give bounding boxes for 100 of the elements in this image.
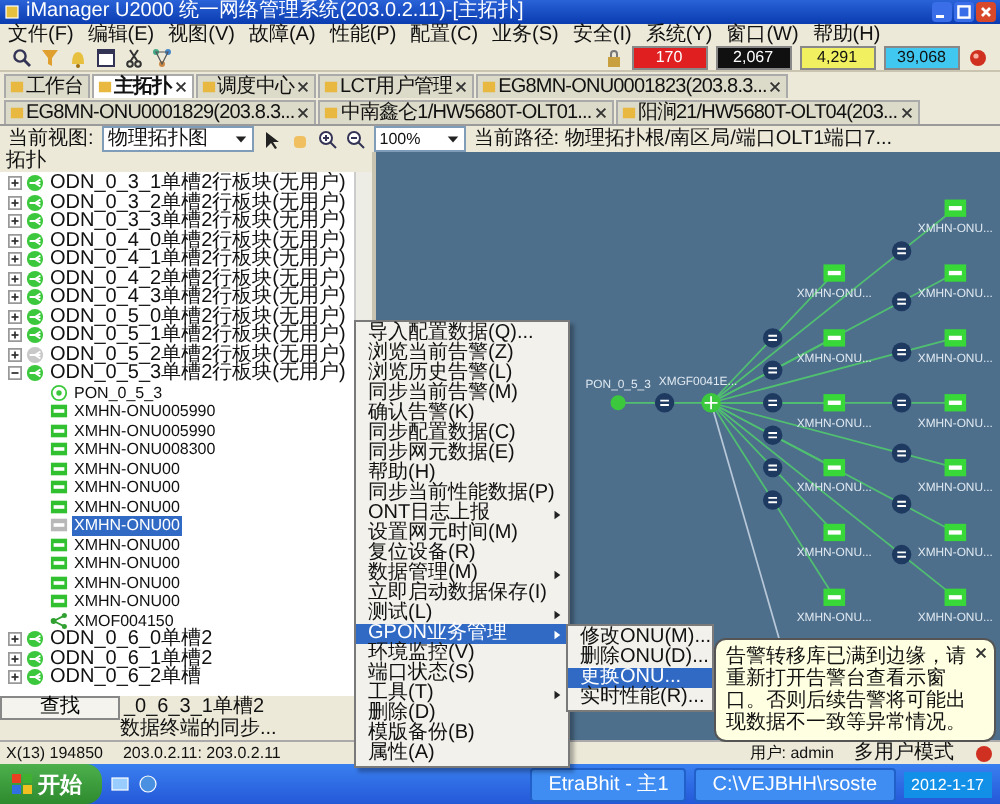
tree-item[interactable]: ODN_0_3_2单槽2行板块(无用户) [48,193,348,212]
expander-icon[interactable] [8,328,22,343]
onu-node-icon[interactable] [944,329,967,347]
menu-item[interactable]: 同步网元数据(E) [356,444,568,464]
desktop-icon[interactable] [110,774,130,794]
menu-item[interactable]: 性能(P) [329,23,397,47]
expander-icon[interactable] [8,176,22,191]
link-status-icon[interactable] [891,443,912,464]
link-status-icon[interactable] [762,393,783,413]
tree-item[interactable]: XMHN-ONU00 [72,459,182,478]
tree-item[interactable]: XMHN-ONU00 [72,516,182,535]
tree-item[interactable]: ODN_0_5_0单槽2行板块(无用户) [48,307,348,326]
bell-icon[interactable] [68,48,88,68]
menu-item[interactable]: 配置(C) [410,23,479,47]
tab[interactable]: 阳涧21/HW5680T-OLT04(203... [615,100,920,124]
alarm-light-icon[interactable] [968,48,988,68]
expander-icon[interactable] [8,233,22,248]
find-button[interactable]: 查找 [0,696,120,720]
link-status-icon[interactable] [762,328,783,348]
onu-node-icon[interactable] [823,264,846,282]
menu-item[interactable]: 复位设备(R) [356,544,568,564]
onu-node-icon[interactable] [823,458,846,477]
cursor-icon[interactable] [261,129,282,149]
menu-item[interactable]: 业务(S) [492,23,559,47]
tree-item[interactable]: PON_0_5_3 [72,383,165,402]
alarm-count[interactable]: 4,291 [799,46,876,70]
menu-item[interactable]: 修改ONU(M)... [568,628,712,648]
onu-node-icon[interactable] [944,458,967,477]
close-icon[interactable] [768,80,783,94]
tab[interactable]: 工作台 [4,74,90,98]
link-status-icon[interactable] [891,342,912,362]
link-status-icon[interactable] [891,393,912,413]
network-icon[interactable] [152,48,172,68]
menu-item[interactable]: 窗口(W) [726,23,799,47]
lock-icon[interactable] [603,48,624,68]
globe-icon[interactable] [138,774,158,794]
menu-item[interactable]: 立即启动数据保存(I) [356,584,568,604]
tab[interactable]: LCT用户管理 [318,74,475,98]
tree-item[interactable]: XMHN-ONU00 [72,535,182,554]
close-icon[interactable] [173,80,188,94]
tree-item[interactable]: XMHN-ONU00 [72,573,182,592]
tree-item[interactable]: XMHN-ONU00 [72,592,182,611]
link-status-icon[interactable] [891,544,912,565]
tree-item[interactable]: XMHN-ONU005990 [72,421,218,440]
menu-item[interactable]: 更换ONU... [568,668,712,688]
close-icon[interactable] [974,646,988,660]
expander-icon[interactable] [8,632,22,647]
link-status-icon[interactable] [891,291,912,312]
menu-item[interactable]: 同步当前告警(M) [356,384,568,404]
menu-item[interactable]: 环境监控(V) [356,644,568,664]
close-icon[interactable] [899,106,914,120]
tab[interactable]: 主拓扑 [91,74,194,98]
port-node-icon[interactable] [610,395,626,411]
close-icon[interactable] [454,80,469,94]
tree-item[interactable]: ODN_0_6_1单槽2 [48,649,215,668]
menu-item[interactable]: 测试(L) [356,604,568,624]
close-icon[interactable] [296,106,311,120]
expander-icon[interactable] [8,271,22,286]
menu-item[interactable]: GPON业务管理 [356,624,568,644]
menu-item[interactable]: 数据管理(M) [356,564,568,584]
close-icon[interactable] [976,2,996,22]
menu-item[interactable]: 编辑(E) [87,23,155,47]
tab[interactable]: EG8MN-ONU0001829(203.8.3... [4,100,317,124]
expander-icon[interactable] [8,214,22,229]
tree-item[interactable]: ODN_0_5_3单槽2行板块(无用户) [48,364,348,383]
expander-icon[interactable] [8,252,22,267]
menu-item[interactable]: 故障(A) [248,23,316,47]
onu-node-icon[interactable] [823,588,846,606]
menu-item[interactable]: 系统(Y) [645,23,713,47]
close-icon[interactable] [296,80,311,94]
link-status-icon[interactable] [762,360,783,381]
menu-item[interactable]: 删除ONU(D)... [568,648,712,668]
menu-item[interactable]: 浏览历史告警(L) [356,364,568,384]
onu-node-icon[interactable] [944,199,967,217]
expander-icon[interactable] [8,366,22,381]
maximize-icon[interactable] [954,2,974,22]
menu-item[interactable]: ONT日志上报 [356,504,568,524]
tree-item[interactable]: ODN_0_6_0单槽2 [48,630,215,649]
tree-item[interactable]: ODN_0_4_0单槽2行板块(无用户) [48,231,348,250]
scissors-icon[interactable] [124,48,144,68]
tree-item[interactable]: ODN_0_3_3单槽2行板块(无用户) [48,212,348,231]
link-status-icon[interactable] [762,457,783,478]
tree-item[interactable]: ODN_0_4_1单槽2行板块(无用户) [48,250,348,269]
menu-item[interactable]: 确认告警(K) [356,404,568,424]
menu-item[interactable]: 浏览当前告警(Z) [356,344,568,364]
onu-node-icon[interactable] [944,588,967,606]
menu-item[interactable]: 设置网元时间(M) [356,524,568,544]
tree-item[interactable]: ODN_0_5_1单槽2行板块(无用户) [48,326,348,345]
tree-item[interactable]: XMOF004150 [72,611,176,630]
menu-item[interactable]: 实时性能(R)... [568,688,712,708]
minimize-icon[interactable] [932,2,952,22]
alarm-count[interactable]: 39,068 [883,46,960,70]
link-status-icon[interactable] [762,425,783,445]
zoom-out-icon[interactable] [345,129,366,149]
onu-node-icon[interactable] [823,523,846,542]
zoom-dropdown[interactable]: 100% [373,126,466,152]
onu-node-icon[interactable] [823,329,846,347]
close-icon[interactable] [593,106,608,120]
tree-item[interactable]: XMHN-ONU005990 [72,402,218,421]
olt-node-icon[interactable] [701,393,721,413]
